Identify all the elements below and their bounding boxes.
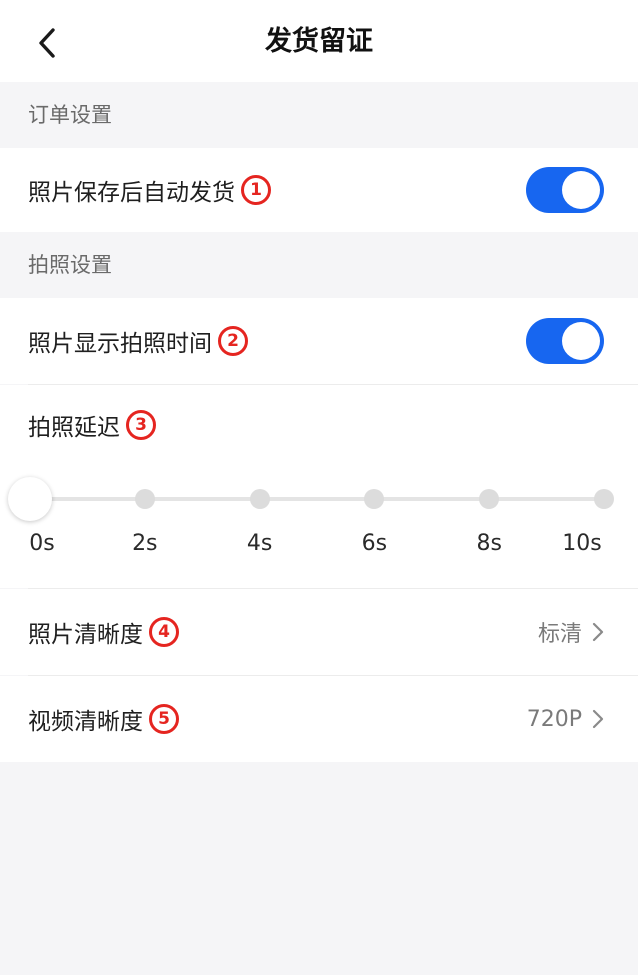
row-show-time: 照片显示拍照时间 2 — [0, 298, 638, 384]
annotation-badge-5: 5 — [149, 704, 179, 734]
section-title-order: 订单设置 — [28, 103, 112, 127]
delay-option-label[interactable]: 4s — [247, 531, 272, 556]
delay-slider-track[interactable] — [30, 497, 605, 501]
photo-quality-label: 照片清晰度 — [28, 622, 143, 648]
chevron-left-icon — [39, 28, 55, 58]
delay-option-label[interactable]: 2s — [132, 531, 157, 556]
back-button[interactable] — [22, 20, 72, 66]
delay-slider-stop[interactable] — [249, 489, 270, 509]
chevron-right-icon — [592, 622, 604, 642]
auto-ship-toggle[interactable] — [526, 167, 604, 213]
header-bar: 发货留证 — [0, 0, 638, 82]
video-quality-label: 视频清晰度 — [28, 709, 143, 735]
row-delay: 拍照延迟 3 0s 2s 4s 6s 8s 10s — [0, 385, 638, 588]
annotation-badge-4: 4 — [149, 617, 179, 647]
photo-quality-value: 标清 — [537, 622, 582, 647]
section-title-photo: 拍照设置 — [28, 253, 112, 277]
video-quality-value: 720P — [526, 706, 582, 732]
video-quality-label-group: 视频清晰度 5 — [28, 676, 179, 762]
section-header-photo: 拍照设置 — [0, 232, 638, 298]
auto-ship-label: 照片保存后自动发货 — [28, 180, 235, 206]
delay-option-label[interactable]: 6s — [362, 531, 387, 556]
delay-label-group: 拍照延迟 3 — [28, 385, 156, 465]
toggle-knob — [562, 322, 600, 360]
section-header-order: 订单设置 — [0, 82, 638, 148]
annotation-badge-3: 3 — [126, 410, 156, 440]
annotation-badge-1: 1 — [241, 175, 271, 205]
delay-label: 拍照延迟 — [28, 415, 120, 441]
delay-option-label[interactable]: 0s — [29, 531, 54, 556]
chevron-right-icon — [592, 709, 604, 729]
row-video-quality[interactable]: 视频清晰度 5 720P — [0, 676, 638, 762]
annotation-badge-2: 2 — [218, 326, 248, 356]
delay-slider-stop[interactable] — [364, 489, 385, 509]
photo-quality-value-group[interactable]: 标清 — [538, 589, 604, 675]
page-title: 发货留证 — [265, 26, 373, 57]
delay-slider-stop[interactable] — [134, 489, 155, 509]
row-photo-quality[interactable]: 照片清晰度 4 标清 — [0, 589, 638, 675]
delay-slider-stop[interactable] — [479, 489, 500, 509]
video-quality-value-group[interactable]: 720P — [527, 676, 604, 762]
show-time-label: 照片显示拍照时间 — [28, 331, 212, 357]
photo-quality-label-group: 照片清晰度 4 — [28, 589, 179, 675]
delay-option-label[interactable]: 8s — [476, 531, 501, 556]
show-time-label-group: 照片显示拍照时间 2 — [28, 298, 248, 384]
toggle-knob — [562, 171, 600, 209]
delay-slider-stop[interactable] — [594, 489, 614, 509]
show-time-toggle[interactable] — [526, 318, 604, 364]
row-auto-ship: 照片保存后自动发货 1 — [0, 148, 638, 232]
auto-ship-label-group: 照片保存后自动发货 1 — [28, 148, 271, 232]
delay-option-label[interactable]: 10s — [562, 531, 601, 556]
delay-slider-thumb[interactable] — [8, 477, 52, 521]
